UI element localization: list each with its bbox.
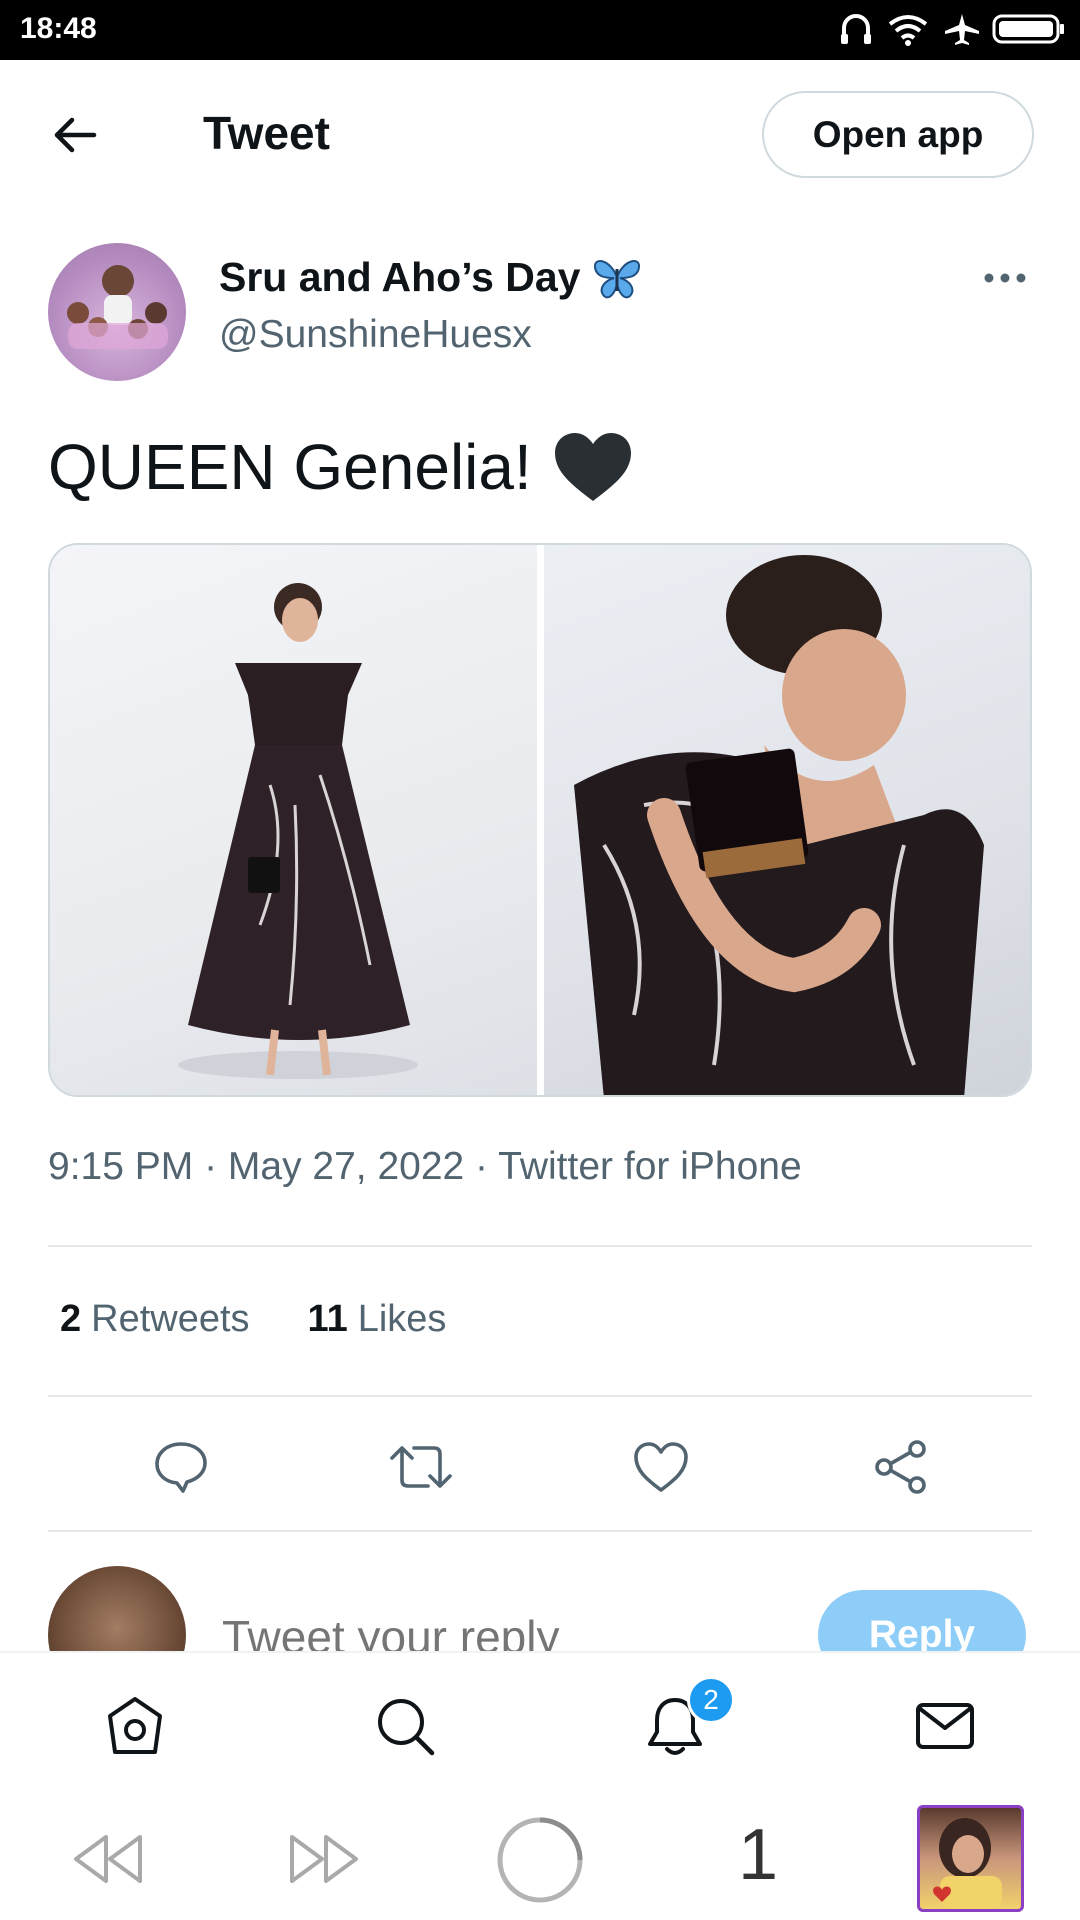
mail-icon <box>916 1703 974 1749</box>
author-name[interactable]: Sru and Aho’s Day <box>219 254 642 301</box>
tweet-text: QUEEN Genelia! <box>48 430 634 504</box>
home-circle-button[interactable] <box>494 1814 586 1906</box>
airplane-mode-icon <box>945 14 979 45</box>
heart-icon <box>634 1442 688 1492</box>
tab-thumbnail-image <box>933 1818 1002 1909</box>
back-navigation-button[interactable] <box>68 1824 148 1894</box>
rewind-icon <box>74 1835 142 1883</box>
comment-icon <box>155 1442 207 1493</box>
photo-2-image <box>574 555 984 1095</box>
author-handle[interactable]: @SunshineHuesx <box>219 313 532 357</box>
retweets-stat[interactable]: 2 Retweets <box>60 1298 250 1341</box>
nav-messages[interactable] <box>910 1691 980 1761</box>
search-icon <box>378 1699 435 1756</box>
tweet-photo-1[interactable] <box>50 545 537 1095</box>
nav-search[interactable] <box>370 1691 440 1761</box>
tab-count[interactable]: 1 <box>728 1814 788 1896</box>
divider <box>48 1395 1032 1397</box>
nav-home[interactable] <box>100 1691 170 1761</box>
retweet-count: 2 <box>60 1298 82 1340</box>
open-app-button[interactable]: Open app <box>762 91 1034 178</box>
tweet-stats: 2 Retweets 11 Likes <box>60 1298 446 1341</box>
black-heart-icon <box>554 433 631 501</box>
circle-icon <box>497 1817 583 1903</box>
wifi-icon <box>888 15 928 46</box>
likes-stat[interactable]: 11 Likes <box>308 1298 447 1341</box>
likes-label: Likes <box>357 1298 447 1340</box>
top-app-bar: Tweet Open app <box>0 60 1080 205</box>
headphones-icon <box>841 14 871 44</box>
tweet-photo-2[interactable] <box>544 545 1030 1095</box>
back-button[interactable] <box>40 105 110 165</box>
fast-forward-icon <box>290 1835 358 1883</box>
home-icon <box>108 1697 162 1754</box>
forward-navigation-button[interactable] <box>284 1824 364 1894</box>
more-options-button[interactable] <box>975 262 1035 292</box>
share-action-button[interactable] <box>866 1432 936 1502</box>
battery-icon <box>992 14 1064 44</box>
status-time: 18:48 <box>20 12 97 45</box>
reply-action-button[interactable] <box>146 1432 216 1502</box>
retweet-action-button[interactable] <box>386 1432 456 1502</box>
butterfly-icon <box>594 259 641 298</box>
author-avatar[interactable] <box>48 243 186 381</box>
status-bar: 18:48 <box>0 0 1080 60</box>
like-action-button[interactable] <box>626 1432 696 1502</box>
tweet-text-content: QUEEN Genelia! <box>48 431 532 503</box>
bottom-navigation: 2 <box>0 1651 1080 1796</box>
author-name-text: Sru and Aho’s Day <box>219 254 581 300</box>
avatar-image <box>67 265 168 349</box>
more-horizontal-icon <box>984 273 1026 283</box>
divider <box>48 1530 1032 1532</box>
like-count: 11 <box>307 1298 348 1340</box>
arrow-left-icon <box>54 117 97 153</box>
browser-toolbar: 1 <box>0 1794 1080 1920</box>
tab-thumbnail[interactable] <box>917 1805 1024 1912</box>
divider <box>48 1245 1032 1247</box>
notification-badge: 2 <box>687 1676 735 1724</box>
retweets-label: Retweets <box>91 1298 250 1340</box>
tweet-media-grid <box>48 543 1032 1097</box>
tweet-timestamp-source[interactable]: 9:15 PM · May 27, 2022 · Twitter for iPh… <box>48 1145 802 1189</box>
share-icon <box>875 1440 926 1494</box>
page-title: Tweet <box>203 107 330 159</box>
retweet-icon <box>390 1446 452 1488</box>
photo-1-image <box>178 583 418 1079</box>
